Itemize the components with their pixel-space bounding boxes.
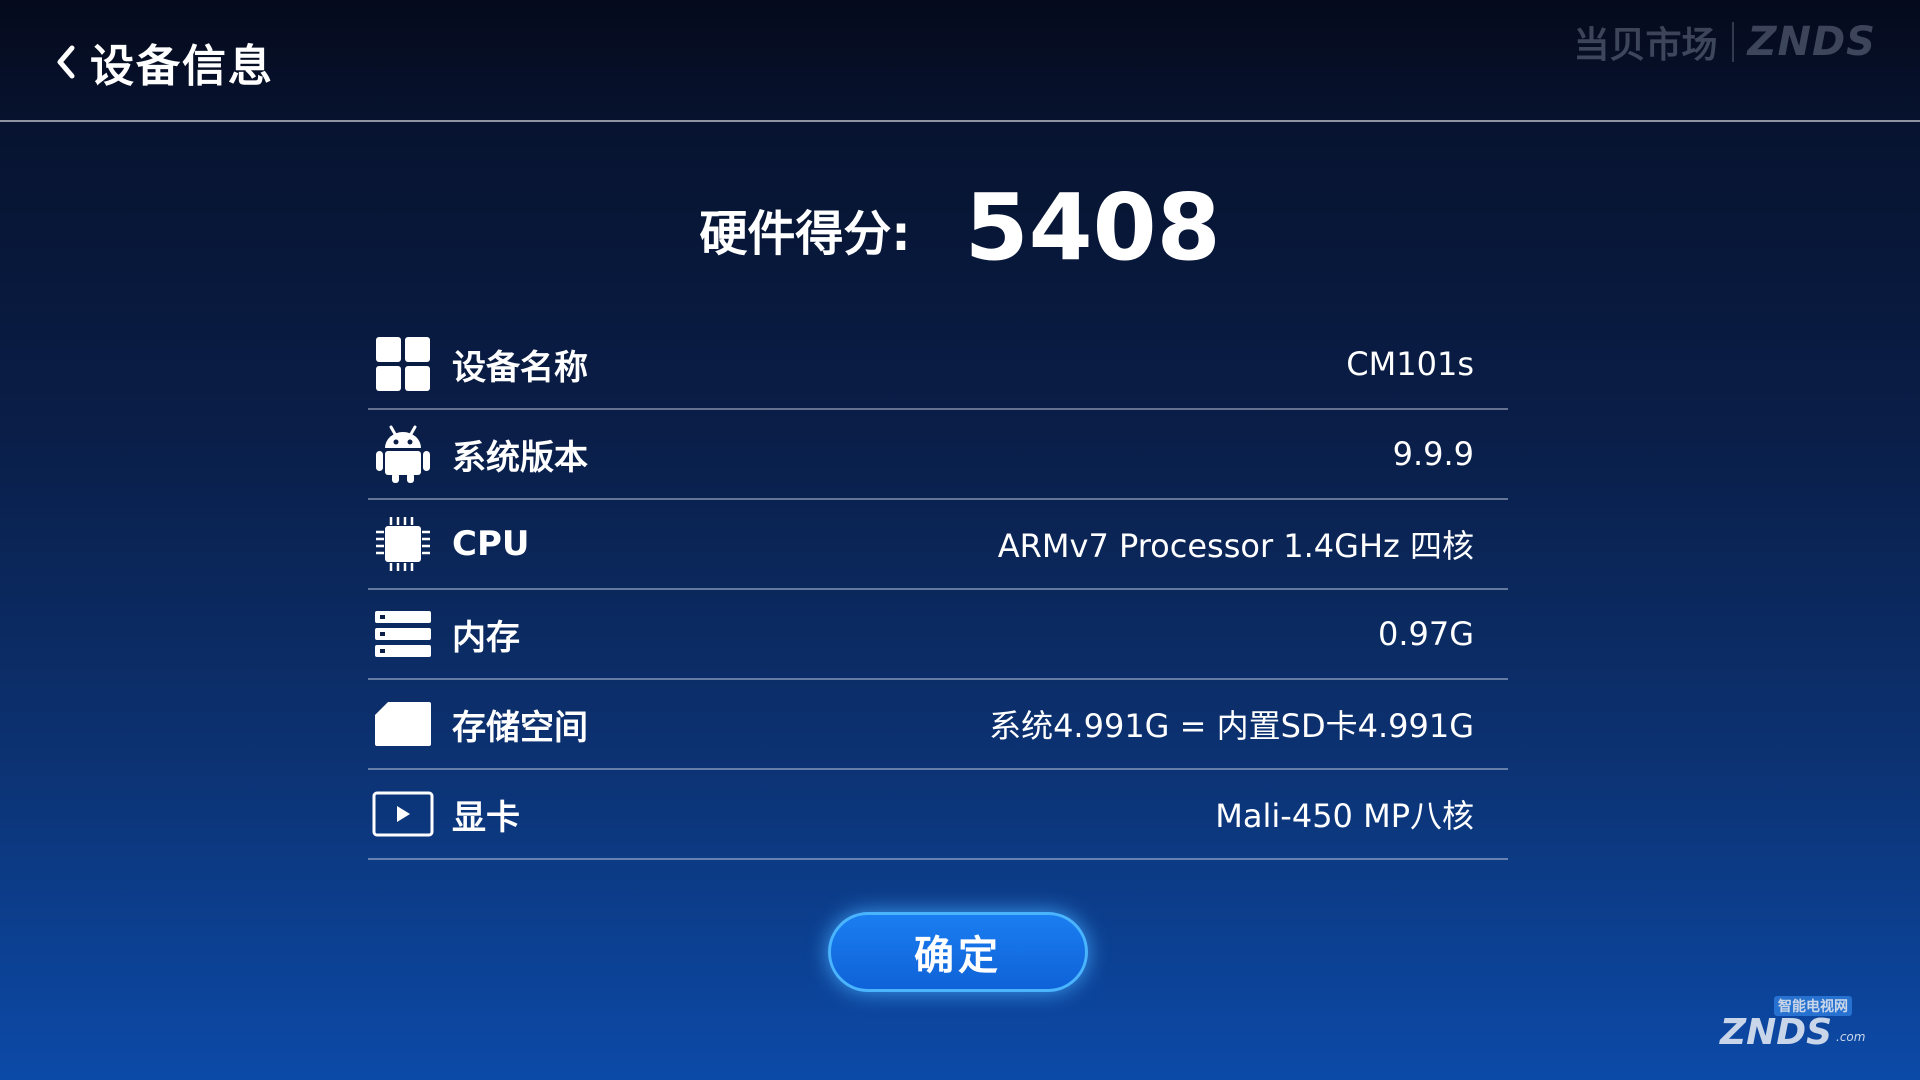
info-value: 系统4.991G = 内置SD卡4.991G	[989, 707, 1474, 745]
header-bar: 设备信息 当贝市场 ZNDS	[0, 0, 1920, 122]
brand-divider	[1731, 22, 1734, 62]
hardware-score: 硬件得分: 5408	[0, 168, 1920, 288]
sd-card-icon	[372, 693, 434, 755]
info-label: 内存	[452, 617, 520, 658]
znds-watermark: 智能电视网 ZNDS .com	[1712, 984, 1872, 1053]
grid-icon	[372, 333, 434, 395]
confirm-button[interactable]: 确定	[828, 912, 1088, 992]
info-label: 设备名称	[452, 347, 588, 388]
watermark-en: ZNDS	[1720, 1012, 1833, 1053]
play-screen-icon	[372, 783, 434, 845]
device-info-list: 设备名称 CM101s 系统版本 9.9.9 CPU ARMv7 Process…	[368, 320, 1508, 860]
info-row-system-version: 系统版本 9.9.9	[368, 410, 1508, 500]
info-label: CPU	[452, 524, 530, 564]
info-value: 0.97G	[1377, 615, 1474, 653]
info-label: 显卡	[452, 797, 520, 838]
info-value: ARMv7 Processor 1.4GHz 四核	[997, 527, 1474, 565]
info-row-storage: 存储空间 系统4.991G = 内置SD卡4.991G	[368, 680, 1508, 770]
info-row-cpu: CPU ARMv7 Processor 1.4GHz 四核	[368, 500, 1508, 590]
info-row-gpu: 显卡 Mali-450 MP八核	[368, 770, 1508, 860]
brand-logo-en: ZNDS	[1747, 19, 1876, 65]
back-button[interactable]: 设备信息	[52, 34, 274, 92]
chevron-left-icon	[52, 34, 88, 90]
cpu-chip-icon	[372, 513, 434, 575]
memory-icon	[372, 603, 434, 665]
info-value: 9.9.9	[1392, 435, 1474, 473]
info-row-device-name: 设备名称 CM101s	[368, 320, 1508, 410]
info-label: 系统版本	[452, 437, 588, 478]
score-value: 5408	[964, 174, 1221, 281]
android-icon	[372, 423, 434, 485]
info-value: CM101s	[1346, 345, 1474, 383]
page-title: 设备信息	[90, 41, 274, 92]
score-label: 硬件得分:	[699, 206, 911, 262]
watermark-suffix: .com	[1836, 1030, 1866, 1044]
info-label: 存储空间	[452, 707, 588, 748]
brand-logo: 当贝市场 ZNDS	[1573, 16, 1876, 68]
info-value: Mali-450 MP八核	[1215, 797, 1474, 835]
info-row-memory: 内存 0.97G	[368, 590, 1508, 680]
brand-logo-cn: 当贝市场	[1573, 25, 1718, 66]
